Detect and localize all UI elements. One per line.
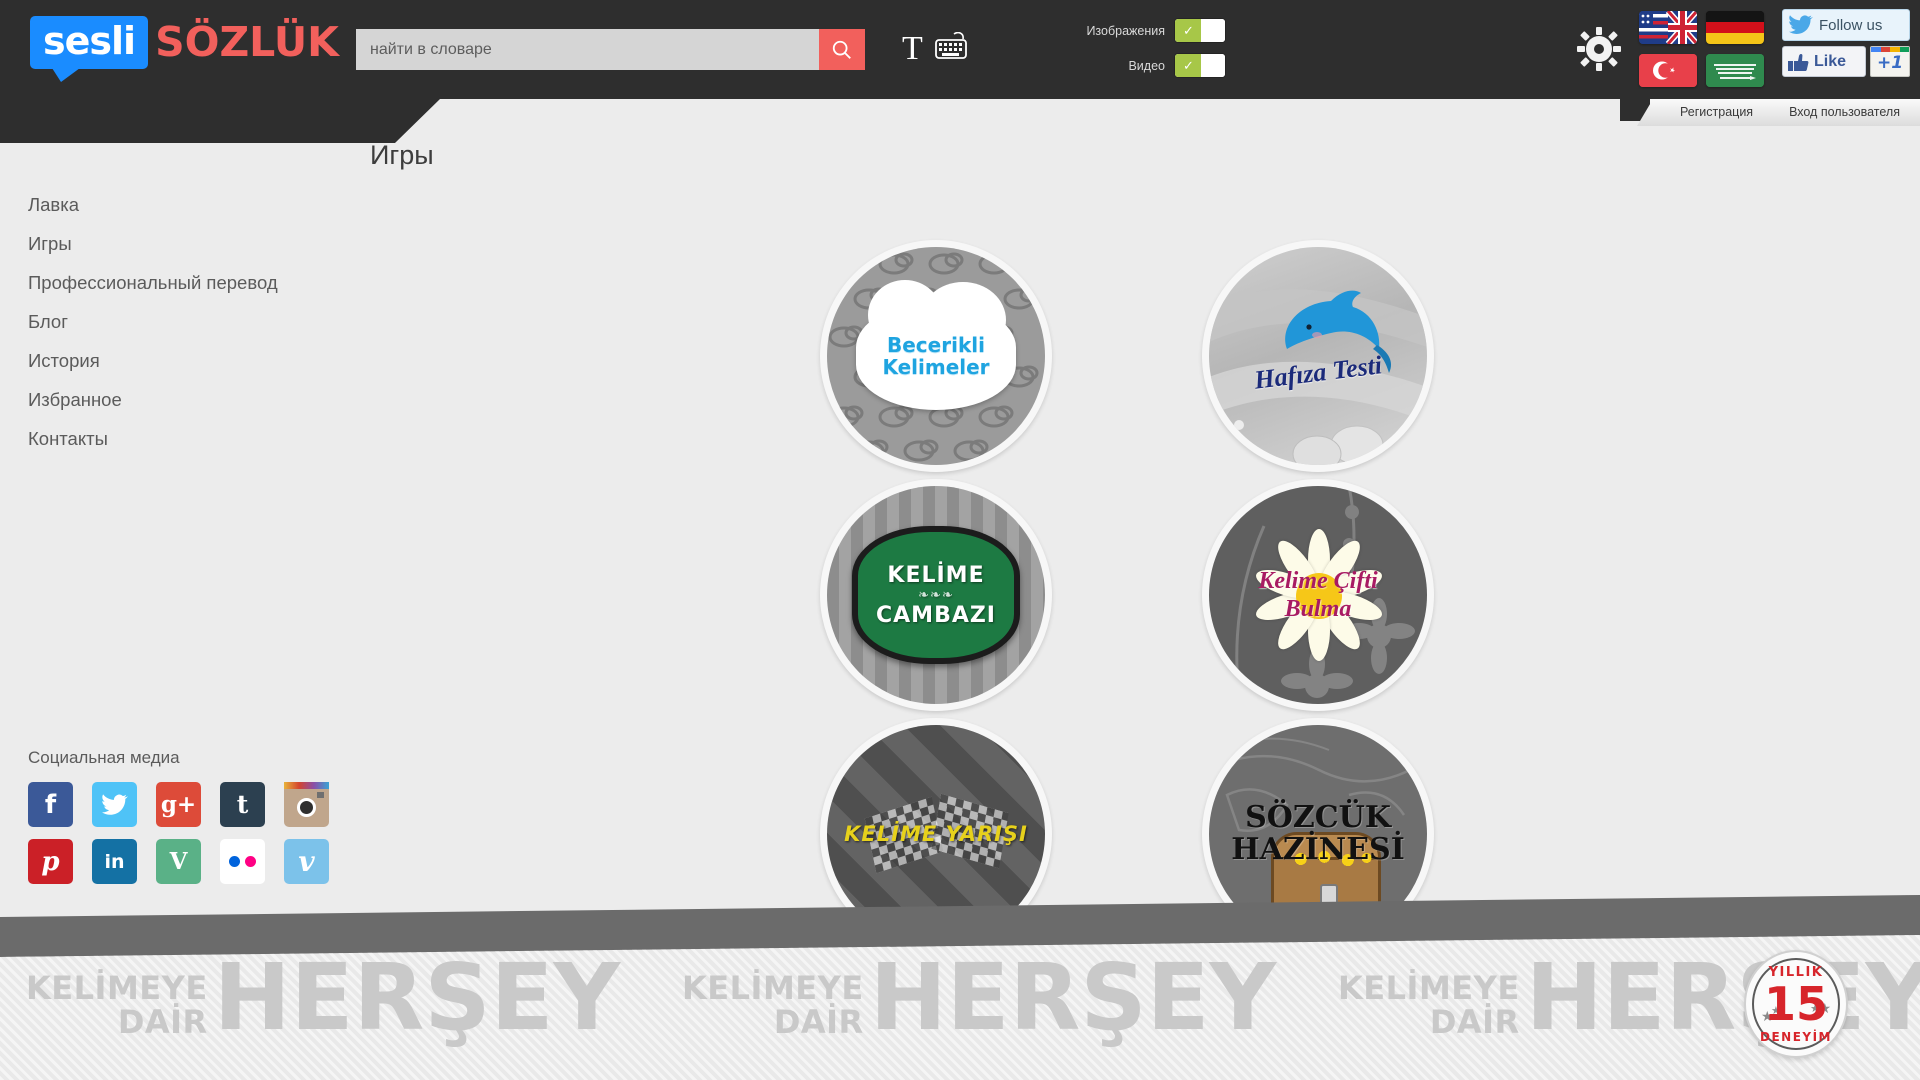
game-tile-becerikli-kelimeler[interactable]: Becerikli Kelimeler xyxy=(820,240,1052,472)
page-root: sesli SÖZLÜK T xyxy=(0,0,1920,1080)
vine-icon[interactable]: V xyxy=(156,839,201,884)
toggle-images[interactable]: ✓ xyxy=(1175,19,1225,42)
google-stripe xyxy=(1871,47,1909,52)
site-logo[interactable]: sesli SÖZLÜK xyxy=(30,15,339,82)
game-title-kelime-cifti-bulma: Kelime Çifti Bulma xyxy=(1258,568,1378,622)
game-title-sozcuk-hazinesi: SÖZCÜK HAZİNESİ xyxy=(1231,800,1405,867)
game-title-kelime-cambazi-line2: CAMBAZI xyxy=(876,602,996,628)
game-title-kelime-yarisi: KELİME YARIŞI xyxy=(844,822,1028,846)
cloud-tag-shape: Becerikli Kelimeler xyxy=(856,280,1016,410)
search-input[interactable] xyxy=(356,29,819,70)
footer-light-strip: KELİMEYE DAİR HERŞEY KELİMEYE DAİR HERŞE… xyxy=(0,935,1920,1080)
sidebar-item-professional-translation[interactable]: Профессиональный перевод xyxy=(28,263,428,302)
twitter-follow-button[interactable]: Follow us xyxy=(1782,9,1910,41)
twitter-icon[interactable] xyxy=(92,782,137,827)
logo-badge: sesli xyxy=(30,15,149,82)
check-icon: ✓ xyxy=(1183,57,1194,73)
dolphin-icon xyxy=(1209,289,1427,465)
ornament-divider-icon: ❧❧❧ xyxy=(918,587,954,603)
game-title-kelime-cambazi-line1: KELİME xyxy=(887,562,985,588)
google-plusone-label: +1 xyxy=(1876,53,1904,73)
game-thumb-daisy: Kelime Çifti Bulma xyxy=(1209,486,1427,704)
social-media-block: Социальная медиа f g+ t p in V v xyxy=(28,748,338,884)
game-title-becerikli-kelimeler: Becerikli Kelimeler xyxy=(882,333,990,379)
flickr-icon[interactable] xyxy=(220,839,265,884)
thumbs-up-icon xyxy=(1788,53,1809,71)
games-row-2: KELİME ❧❧❧ CAMBAZI Kelime Çifti Bulma xyxy=(820,479,1460,718)
pinterest-icon[interactable]: p xyxy=(28,839,73,884)
facebook-like-button[interactable]: Like xyxy=(1782,46,1866,77)
sidebar-item-games[interactable]: Игры xyxy=(28,224,428,263)
footer-watermark-1: KELİMEYE DAİR HERŞEY xyxy=(26,944,621,1051)
social-icon-grid: f g+ t p in V v xyxy=(28,782,338,884)
sidebar-item-lavka[interactable]: Лавка xyxy=(28,185,428,224)
top-header-bar: sesli SÖZLÜK T xyxy=(0,0,1920,99)
header-social-buttons: Follow us Like +1 xyxy=(1782,9,1912,77)
flag-ar-icon[interactable] xyxy=(1706,54,1765,87)
flag-tr-icon[interactable] xyxy=(1639,54,1697,87)
media-toggles: Изображения ✓ Видео ✓ xyxy=(1055,17,1225,87)
toggle-video-knob xyxy=(1201,54,1225,77)
game-thumb-clouds: Becerikli Kelimeler xyxy=(827,247,1045,465)
badge-number: 15 xyxy=(1763,977,1828,1031)
game-tile-hafiza-testi[interactable]: Hafıza Testi xyxy=(1202,240,1434,472)
logo-wordmark: SÖZLÜK xyxy=(155,18,339,66)
toggle-label-video: Видео xyxy=(1128,58,1165,73)
sidebar-nav: Лавка Игры Профессиональный перевод Блог… xyxy=(28,185,428,458)
flag-en-icon[interactable] xyxy=(1639,11,1697,44)
search-button[interactable] xyxy=(819,29,865,70)
toggle-video[interactable]: ✓ xyxy=(1175,54,1225,77)
header-diagonal-left xyxy=(0,99,440,143)
twitter-follow-label: Follow us xyxy=(1819,16,1883,34)
green-badge-shape: KELİME ❧❧❧ CAMBAZI xyxy=(852,526,1020,664)
game-tile-kelime-cifti-bulma[interactable]: Kelime Çifti Bulma xyxy=(1202,479,1434,711)
footer-band: KELİMEYE DAİR HERŞEY KELİMEYE DAİR HERŞE… xyxy=(0,895,1920,1080)
toggle-row-images: Изображения ✓ xyxy=(1055,17,1225,44)
toggle-video-on: ✓ xyxy=(1175,54,1202,77)
social-media-title: Социальная медиа xyxy=(28,748,180,767)
search-bar xyxy=(356,29,865,70)
settings-button[interactable] xyxy=(1577,27,1621,76)
facebook-icon[interactable]: f xyxy=(28,782,73,827)
sidebar-item-history[interactable]: История xyxy=(28,341,428,380)
twitter-icon xyxy=(1789,15,1813,34)
vimeo-icon[interactable]: v xyxy=(284,839,329,884)
sidebar-item-contacts[interactable]: Контакты xyxy=(28,419,428,458)
auth-tab-group: Регистрация Вход пользователя xyxy=(1650,99,1920,126)
flag-de-icon[interactable] xyxy=(1706,11,1765,44)
google-plusone-button[interactable]: +1 xyxy=(1870,46,1910,77)
games-grid: Becerikli Kelimeler Hafıza Testi KELİME … xyxy=(820,240,1460,957)
language-flags xyxy=(1639,11,1774,97)
tumblr-icon[interactable]: t xyxy=(220,782,265,827)
login-tab[interactable]: Вход пользователя xyxy=(1759,99,1920,126)
game-thumb-beach: Hafıza Testi xyxy=(1209,247,1427,465)
toggle-images-on: ✓ xyxy=(1175,19,1202,42)
experience-badge: YILLIK 15 DENEYİM ★ ★ ★ ★ xyxy=(1744,950,1848,1058)
keyboard-icon[interactable] xyxy=(934,31,968,67)
page-title: Игры xyxy=(370,140,434,170)
game-thumb-stripes: KELİME ❧❧❧ CAMBAZI xyxy=(827,486,1045,704)
check-icon: ✓ xyxy=(1183,22,1194,38)
facebook-like-label: Like xyxy=(1814,52,1847,70)
toggle-label-images: Изображения xyxy=(1086,23,1165,38)
sidebar-item-favorites[interactable]: Избранное xyxy=(28,380,428,419)
game-tile-kelime-cambazi[interactable]: KELİME ❧❧❧ CAMBAZI xyxy=(820,479,1052,711)
linkedin-icon[interactable]: in xyxy=(92,839,137,884)
games-row-1: Becerikli Kelimeler Hafıza Testi xyxy=(820,240,1460,479)
instagram-icon[interactable] xyxy=(284,782,329,827)
toggle-row-video: Видео ✓ xyxy=(1055,52,1225,79)
google-plus-icon[interactable]: g+ xyxy=(156,782,201,827)
badge-bottom-label: DENEYİM xyxy=(1760,1030,1832,1044)
text-mode-icon[interactable]: T xyxy=(902,32,923,66)
sidebar-item-blog[interactable]: Блог xyxy=(28,302,428,341)
toggle-images-knob xyxy=(1201,19,1225,42)
footer-watermark-2: KELİMEYE DAİR HERŞEY xyxy=(682,944,1277,1051)
search-icon xyxy=(832,40,851,59)
gear-icon xyxy=(1577,27,1621,71)
